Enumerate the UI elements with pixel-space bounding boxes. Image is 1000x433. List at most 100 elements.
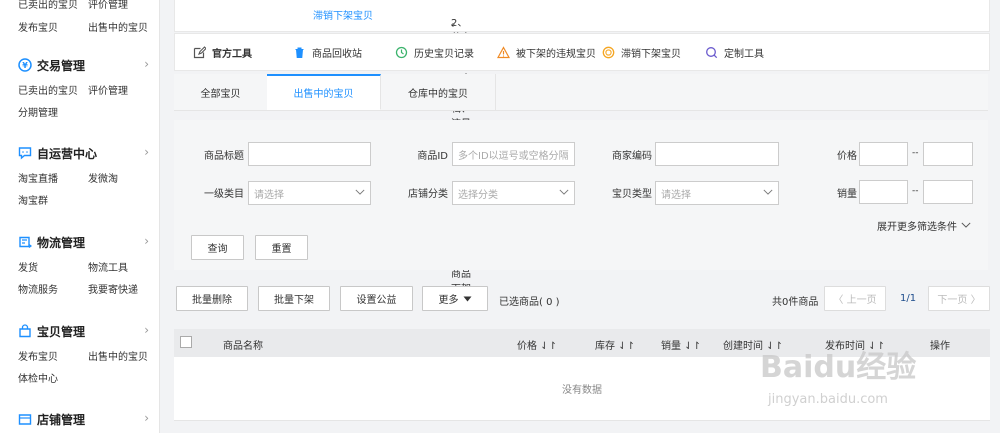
sidebar-section-trade-header[interactable]: ¥ 交易管理 — [18, 55, 85, 75]
sidebar-link-reviews[interactable]: 评价管理 — [88, 82, 128, 97]
sidebar-link-items-on-sale[interactable]: 出售中的宝贝 — [88, 348, 148, 363]
tab-all-items[interactable]: 全部宝贝 — [174, 74, 268, 110]
trade-icon: ¥ — [18, 58, 32, 72]
column-actions: 操作 — [930, 341, 950, 352]
reset-button[interactable]: 重置 — [255, 235, 308, 260]
notice-bar: 2、若宝贝90天内无编辑、流量或出售的行为，系统将把宝贝作为滞销商品下架至 滞销… — [174, 0, 990, 310]
sidebar-link-publish-item[interactable]: 发布宝贝 — [18, 348, 58, 363]
expand-filters-link[interactable]: 展开更多筛选条件 — [877, 218, 971, 233]
chevron-down-icon — [763, 188, 773, 198]
tool-label: 定制工具 — [724, 49, 764, 60]
category-select[interactable]: 请选择 — [248, 181, 371, 205]
sidebar-link-sold-items[interactable]: 已卖出的宝贝 — [18, 82, 78, 97]
price-min-input[interactable] — [859, 142, 908, 166]
prev-page-button[interactable]: 〈 上一页 — [824, 286, 886, 311]
shop-category-label: 店铺分类 — [408, 189, 448, 200]
notice-end: 。 — [451, 18, 461, 29]
logistics-icon — [18, 235, 32, 249]
shop-category-placeholder: 选择分类 — [458, 189, 498, 201]
sales-min-input[interactable] — [859, 180, 908, 204]
id-input[interactable]: 多个ID以逗号或空格分隔 — [452, 142, 575, 166]
batch-offshelf-button[interactable]: 批量下架 — [258, 286, 330, 311]
sales-max-input[interactable] — [923, 180, 973, 204]
caret-down-icon — [463, 296, 472, 302]
column-sales[interactable]: 销量 ⇃↾ — [661, 337, 701, 352]
sidebar-link-ship[interactable]: 发货 — [18, 259, 38, 274]
search-icon — [705, 46, 718, 59]
svg-text:¥: ¥ — [22, 61, 28, 70]
sidebar-link-live-streaming[interactable]: 淘宝直播 — [18, 170, 58, 185]
item-type-placeholder: 请选择 — [661, 189, 691, 201]
id-placeholder: 多个ID以逗号或空格分隔 — [458, 150, 569, 162]
chevron-right-icon: › — [144, 234, 149, 248]
price-label: 价格 — [837, 151, 857, 162]
sidebar-link-installments[interactable]: 分期管理 — [18, 104, 58, 119]
tool-label: 被下架的违规宝贝 — [516, 49, 596, 60]
batch-delete-button[interactable]: 批量删除 — [176, 286, 248, 311]
item-type-select[interactable]: 请选择 — [655, 181, 779, 205]
chevron-right-icon: › — [144, 323, 149, 337]
range-dash: -- — [912, 186, 919, 196]
range-dash: -- — [912, 148, 919, 158]
coin-icon — [602, 46, 615, 59]
select-all-checkbox[interactable] — [180, 336, 192, 348]
column-stock[interactable]: 库存 ⇃↾ — [595, 337, 635, 352]
chat-icon — [18, 146, 32, 160]
sidebar-link-items-on-sale[interactable]: 出售中的宝贝 — [88, 19, 148, 34]
sidebar: 已卖出的宝贝 评价管理 发布宝贝 出售中的宝贝 ¥ 交易管理 › 已卖出的宝贝 … — [0, 0, 160, 433]
selected-count: 已选商品( 0 ) — [499, 297, 560, 308]
tool-official[interactable]: 官方工具 — [193, 45, 252, 60]
sidebar-link-logistics-tools[interactable]: 物流工具 — [88, 259, 128, 274]
column-created-label: 创建时间 — [723, 341, 763, 352]
tab-items-on-sale[interactable]: 出售中的宝贝 — [267, 74, 381, 110]
tools-bar: 官方工具 商品回收站 历史宝贝记录 被下架的违规宝贝 滞销下架宝贝 定制工具 — [174, 33, 990, 71]
shop-category-select[interactable]: 选择分类 — [452, 181, 575, 205]
sort-icon: ⇃↾ — [684, 341, 701, 352]
tool-violations[interactable]: 被下架的违规宝贝 — [497, 45, 596, 60]
expand-filters-label: 展开更多筛选条件 — [877, 222, 957, 233]
empty-text: 没有数据 — [562, 385, 602, 396]
tool-unsold-offshelf[interactable]: 滞销下架宝贝 — [602, 45, 681, 60]
chevron-down-icon — [961, 221, 971, 231]
sidebar-link-health-check[interactable]: 体检中心 — [18, 370, 58, 385]
sort-icon: ⇃↾ — [540, 341, 557, 352]
merchant-code-label: 商家编码 — [612, 151, 652, 162]
tool-label: 商品回收站 — [312, 49, 362, 60]
sidebar-link-sold-items[interactable]: 已卖出的宝贝 — [18, 0, 78, 11]
warning-icon — [497, 46, 510, 59]
sidebar-section-logistics-header[interactable]: 物流管理 — [18, 232, 85, 252]
filter-panel: 商品标题 商品ID 多个ID以逗号或空格分隔 商家编码 价格 -- 一级类目 请… — [174, 120, 988, 270]
sidebar-link-send-express[interactable]: 我要寄快递 — [88, 281, 138, 296]
more-dropdown[interactable]: 更多 — [422, 286, 488, 311]
sidebar-link-post-weitao[interactable]: 发微淘 — [88, 170, 118, 185]
sidebar-section-title: 自运营中心 — [37, 146, 98, 161]
item-tabs: 全部宝贝 出售中的宝贝 仓库中的宝贝 — [174, 74, 988, 111]
sidebar-section-self-operation-header[interactable]: 自运营中心 — [18, 143, 97, 163]
column-price[interactable]: 价格 ⇃↾ — [517, 337, 557, 352]
price-max-input[interactable] — [923, 142, 973, 166]
sidebar-link-reviews[interactable]: 评价管理 — [88, 0, 128, 11]
sidebar-section-title: 交易管理 — [37, 58, 86, 73]
item-type-label: 宝贝类型 — [612, 189, 652, 200]
chevron-down-icon — [559, 188, 569, 198]
tool-history[interactable]: 历史宝贝记录 — [395, 45, 474, 60]
chevron-right-icon: › — [144, 145, 149, 159]
notice-link-unsold-items[interactable]: 滞销下架宝贝 — [313, 11, 373, 22]
chevron-right-icon: › — [144, 57, 149, 71]
tab-items-in-warehouse[interactable]: 仓库中的宝贝 — [381, 74, 496, 110]
item-bag-icon — [18, 324, 32, 338]
sidebar-link-publish-item[interactable]: 发布宝贝 — [18, 19, 58, 34]
title-input[interactable] — [248, 142, 371, 166]
more-label: 更多 — [438, 295, 459, 306]
merchant-code-input[interactable] — [655, 142, 779, 166]
query-button[interactable]: 查询 — [191, 235, 244, 260]
next-page-button[interactable]: 下一页 〉 — [928, 286, 990, 311]
sidebar-link-logistics-service[interactable]: 物流服务 — [18, 281, 58, 296]
sidebar-section-title: 物流管理 — [37, 235, 86, 250]
sidebar-section-item-management-header[interactable]: 宝贝管理 — [18, 321, 85, 341]
sidebar-link-taobao-group[interactable]: 淘宝群 — [18, 192, 48, 207]
sidebar-section-shop-management-header[interactable]: 店铺管理 — [18, 409, 85, 429]
set-charity-button[interactable]: 设置公益 — [340, 286, 413, 311]
tool-recycle-bin[interactable]: 商品回收站 — [293, 45, 362, 60]
tool-custom[interactable]: 定制工具 — [705, 45, 764, 60]
